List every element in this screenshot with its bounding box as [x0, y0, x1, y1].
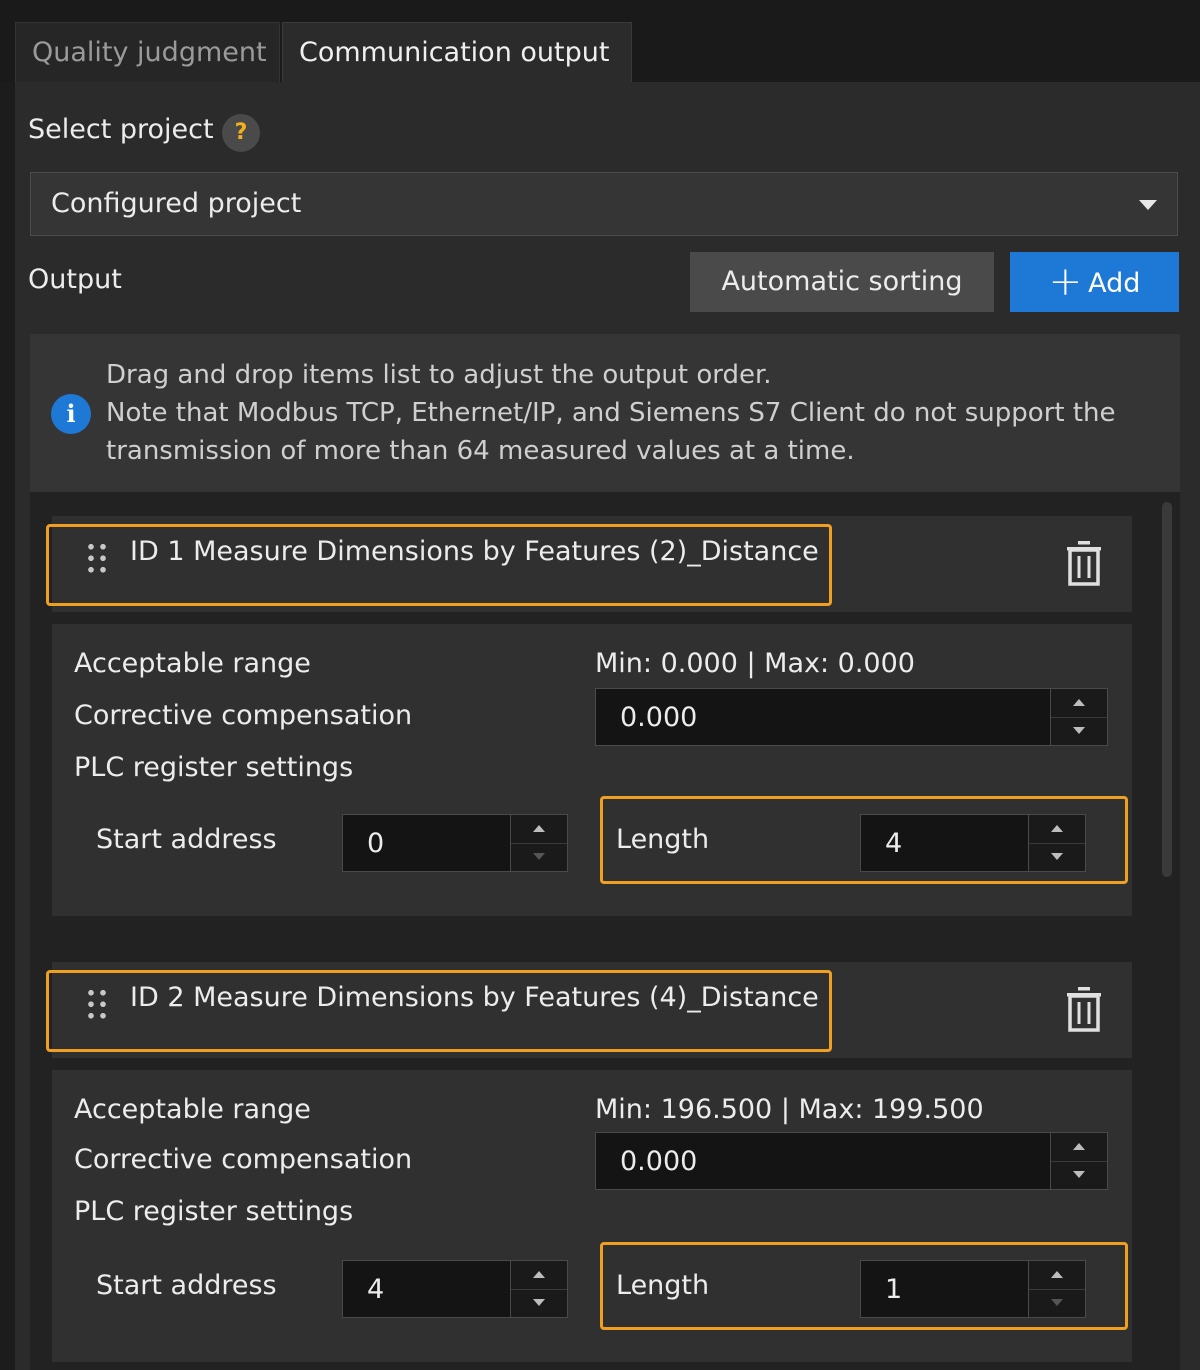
stepper-arrows: [510, 1261, 567, 1317]
info-line: Drag and drop items list to adjust the o…: [106, 360, 772, 390]
start-address-stepper[interactable]: [342, 814, 568, 872]
scrollbar-thumb[interactable]: [1162, 502, 1172, 877]
length-stepper[interactable]: [860, 1260, 1086, 1318]
plus-icon: +: [1048, 259, 1083, 305]
project-select[interactable]: Configured project: [30, 172, 1178, 236]
stepper-arrows: [1050, 1133, 1107, 1189]
acceptable-range-value: Min: 0.000 | Max: 0.000: [595, 648, 915, 679]
corrective-compensation-stepper[interactable]: [595, 688, 1108, 746]
plc-register-settings-label: PLC register settings: [74, 1196, 354, 1227]
acceptable-range-label: Acceptable range: [74, 648, 311, 679]
output-label: Output: [28, 264, 122, 295]
acceptable-range-value: Min: 196.500 | Max: 199.500: [595, 1094, 984, 1125]
project-select-value: Configured project: [51, 188, 302, 219]
item-title: ID 1 Measure Dimensions by Features (2)_…: [130, 536, 819, 567]
length-input[interactable]: [861, 815, 1029, 871]
item-title: ID 2 Measure Dimensions by Features (4)_…: [130, 982, 819, 1013]
increment-button[interactable]: [1029, 1261, 1085, 1290]
length-label: Length: [616, 824, 710, 855]
acceptable-range-label: Acceptable range: [74, 1094, 311, 1125]
start-address-label: Start address: [96, 1270, 277, 1301]
decrement-button[interactable]: [511, 843, 567, 871]
add-button[interactable]: + Add: [1010, 252, 1179, 312]
tab-communication-output[interactable]: Communication output: [282, 22, 632, 82]
corrective-compensation-input[interactable]: [596, 1133, 1051, 1189]
length-input[interactable]: [861, 1261, 1029, 1317]
increment-button[interactable]: [1051, 1133, 1107, 1162]
automatic-sorting-button[interactable]: Automatic sorting: [690, 252, 994, 312]
start-address-stepper[interactable]: [342, 1260, 568, 1318]
info-line: transmission of more than 64 measured va…: [106, 436, 855, 466]
start-address-label: Start address: [96, 824, 277, 855]
question-mark-icon[interactable]: ?: [222, 114, 260, 152]
start-address-input[interactable]: [343, 815, 511, 871]
increment-button[interactable]: [511, 1261, 567, 1290]
item-settings: Acceptable range Min: 196.500 | Max: 199…: [52, 1070, 1132, 1362]
tab-bar: Quality judgment Communication output: [0, 0, 1200, 82]
stepper-arrows: [1028, 1261, 1085, 1317]
info-line: Note that Modbus TCP, Ethernet/IP, and S…: [106, 398, 1116, 428]
communication-output-panel: Select project ? Configured project Outp…: [15, 82, 1200, 1370]
trash-icon[interactable]: [1064, 540, 1104, 586]
increment-button[interactable]: [1029, 815, 1085, 844]
increment-button[interactable]: [1051, 689, 1107, 718]
start-address-input[interactable]: [343, 1261, 511, 1317]
item-header[interactable]: ID 1 Measure Dimensions by Features (2)_…: [46, 516, 1132, 612]
corrective-compensation-label: Corrective compensation: [74, 1144, 413, 1175]
trash-icon[interactable]: [1064, 986, 1104, 1032]
plc-register-settings-label: PLC register settings: [74, 752, 354, 783]
tab-quality-judgment[interactable]: Quality judgment: [15, 22, 280, 82]
decrement-button[interactable]: [1029, 1289, 1085, 1317]
length-stepper[interactable]: [860, 814, 1086, 872]
decrement-button[interactable]: [511, 1289, 567, 1317]
increment-button[interactable]: [511, 815, 567, 844]
info-box: i Drag and drop items list to adjust the…: [30, 334, 1180, 492]
add-button-label: Add: [1088, 268, 1141, 299]
corrective-compensation-stepper[interactable]: [595, 1132, 1108, 1190]
chevron-down-icon: [1139, 200, 1157, 210]
corrective-compensation-input[interactable]: [596, 689, 1051, 745]
drag-handle-icon[interactable]: [85, 541, 109, 575]
drag-handle-icon[interactable]: [85, 987, 109, 1021]
decrement-button[interactable]: [1029, 843, 1085, 871]
decrement-button[interactable]: [1051, 717, 1107, 745]
item-settings: Acceptable range Min: 0.000 | Max: 0.000…: [52, 624, 1132, 916]
stepper-arrows: [1028, 815, 1085, 871]
item-header[interactable]: ID 2 Measure Dimensions by Features (4)_…: [46, 962, 1132, 1058]
info-icon: i: [51, 394, 91, 434]
decrement-button[interactable]: [1051, 1161, 1107, 1189]
select-project-label: Select project: [28, 114, 214, 145]
stepper-arrows: [1050, 689, 1107, 745]
stepper-arrows: [510, 815, 567, 871]
length-label: Length: [616, 1270, 710, 1301]
corrective-compensation-label: Corrective compensation: [74, 700, 413, 731]
